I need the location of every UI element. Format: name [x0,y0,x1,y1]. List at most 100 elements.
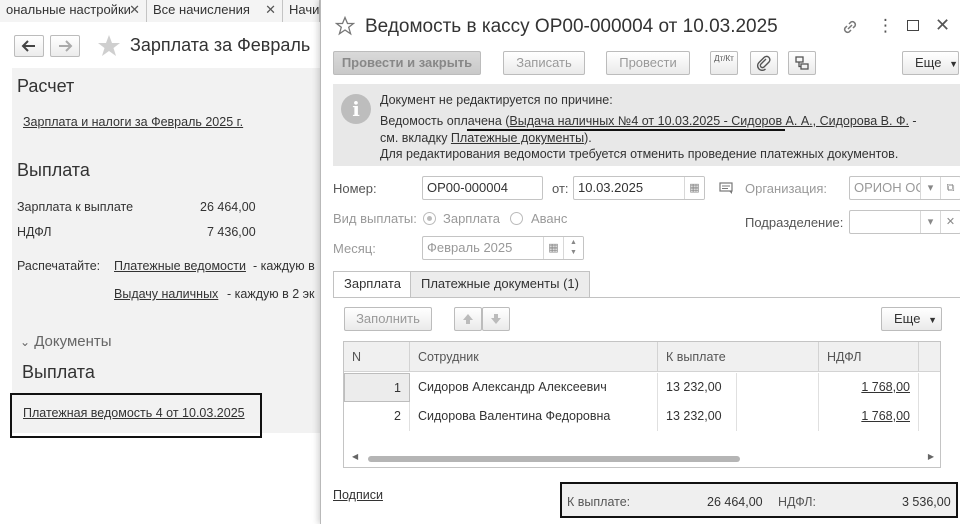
top-tab-personal-settings[interactable]: ональные настройки ✕ [0,0,147,22]
tab-payment-documents[interactable]: Платежные документы (1) [410,271,590,297]
background-form-header: Зарплата за Февраль [0,22,320,68]
organization-field[interactable]: ОРИОН ОС ▾ ⧉ [849,176,960,200]
row-number: 2 [344,402,410,431]
calendar-icon[interactable]: ▦ [684,177,704,199]
tab-strip: Зарплата Платежные документы (1) [333,271,960,298]
total-ndfl-value: 3 536,00 [902,495,951,509]
calendar-icon[interactable]: ▦ [543,237,563,259]
paperclip-icon [756,55,771,72]
signatures-link[interactable]: Подписи [333,488,383,502]
payout-panel: Выплата Зарплата к выплате 26 464,00 НДФ… [12,148,320,433]
dt-kt-button[interactable]: Дт/Кт [710,51,738,75]
column-header-employee[interactable]: Сотрудник [410,342,658,372]
table-row[interactable]: 1 Сидоров Александр Алексеевич 13 232,00… [344,373,940,402]
ndfl-amount[interactable]: 1 768,00 [819,402,919,431]
more-vertical-icon[interactable]: ⋮ [877,16,894,36]
scroll-right-icon[interactable]: ▶ [928,452,934,461]
payout-heading: Выплата [17,160,90,180]
ndfl-amount[interactable]: 1 768,00 [819,373,919,402]
open-icon[interactable]: ⧉ [940,177,960,199]
column-header-filler [919,342,940,372]
info-line-3-prefix: см. вкладку [380,131,451,145]
organization-value: ОРИОН ОС [854,180,925,195]
comment-icon[interactable] [719,182,735,196]
cash-payout-link[interactable]: Выдача наличных №4 от 10.03.2025 - Сидор… [509,114,909,128]
salary-label: Зарплата к выплате [17,200,134,214]
maximize-icon[interactable] [907,20,919,31]
close-icon[interactable]: ✕ [265,0,276,20]
more-button-label: Еще [915,55,942,70]
total-payout-label: К выплате: [567,495,631,509]
background-form: Зарплата за Февраль Расчет Зарплата и на… [0,22,320,524]
calc-heading: Расчет [17,76,75,96]
info-panel: i Документ не редактируется по причине: … [333,84,960,166]
top-tab-label: ональные настройки [6,2,131,17]
totals-box: К выплате: 26 464,00 НДФЛ: 3 536,00 [560,482,958,518]
move-down-button[interactable] [482,307,510,331]
scroll-left-icon[interactable]: ◀ [352,452,358,461]
total-ndfl-label: НДФЛ: [778,495,816,509]
table-more-label: Еще [894,311,921,326]
documents-heading: Выплата [22,362,95,382]
arrow-down-icon [491,314,501,324]
more-button[interactable]: Еще ▼ [902,51,959,75]
top-tab-accrual[interactable]: Начи [283,0,320,22]
star-outline-icon[interactable] [335,16,355,36]
attachment-button[interactable] [750,51,778,75]
caret-down-icon: ▼ [949,59,958,69]
write-button[interactable]: Записать [503,51,585,75]
tab-salary[interactable]: Зарплата [333,271,412,298]
column-header-ndfl[interactable]: НДФЛ [819,342,919,372]
total-payout-value: 26 464,00 [707,495,763,509]
payout-spacer [737,373,819,402]
spin-icon[interactable]: ▲ ▼ [563,237,583,259]
calc-link[interactable]: Зарплата и налоги за Февраль 2025 г. [23,115,243,129]
pay-type-label: Вид выплаты: [333,211,417,226]
radio-salary-label: Зарплата [443,211,500,226]
dropdown-icon[interactable]: ▾ [920,177,940,199]
column-header-n[interactable]: N [344,342,410,372]
payout-amount: 13 232,00 [658,373,737,402]
structure-button[interactable] [788,51,816,75]
print-payroll-link[interactable]: Платежные ведомости [114,259,246,273]
move-up-button[interactable] [454,307,482,331]
radio-advance-label: Аванс [531,211,568,226]
date-field[interactable]: 10.03.2025 ▦ [573,176,705,200]
number-field[interactable]: ОР00-000004 [422,176,543,200]
post-button[interactable]: Провести [606,51,690,75]
table-more-button[interactable]: Еще ▼ [881,307,942,331]
scrollbar-thumb[interactable] [368,456,740,462]
number-label: Номер: [333,181,377,196]
link-icon[interactable] [841,18,859,36]
close-icon[interactable]: ✕ [129,0,140,20]
arrow-left-icon [21,40,35,52]
print-payroll-suffix: - каждую в [253,259,315,273]
column-header-payout[interactable]: К выплате [658,342,819,372]
organization-label: Организация: [745,181,828,196]
close-icon[interactable]: ✕ [935,15,950,35]
top-tab-all-accruals[interactable]: Все начисления ✕ [147,0,283,22]
month-field[interactable]: Февраль 2025 ▦ ▲ ▼ [422,236,584,260]
payroll-document-link[interactable]: Платежная ведомость 4 от 10.03.2025 [23,406,245,420]
table-row[interactable]: 2 Сидорова Валентина Федоровна 13 232,00… [344,402,940,431]
clear-icon[interactable]: ✕ [940,211,960,233]
dt-kt-icon: Дт/Кт [714,54,734,63]
documents-toggle-label: Документы [34,333,112,350]
top-tab-label: Начи [289,2,320,17]
star-icon[interactable] [96,33,122,59]
back-button[interactable] [14,35,44,57]
top-tab-label: Все начисления [153,2,250,17]
payment-docs-link[interactable]: Платежные документы [451,131,584,145]
dropdown-icon[interactable]: ▾ [920,211,940,233]
document-structure-icon [795,56,809,70]
radio-advance[interactable] [510,212,523,225]
radio-salary[interactable] [423,212,436,225]
department-label: Подразделение: [745,215,844,230]
department-field[interactable]: ▾ ✕ [849,210,960,234]
documents-toggle[interactable]: ⌄ Документы [20,333,112,350]
horizontal-scrollbar[interactable]: ◀ ▶ [344,452,940,466]
forward-button[interactable] [50,35,80,57]
post-and-close-button[interactable]: Провести и закрыть [333,51,481,75]
fill-button[interactable]: Заполнить [344,307,432,331]
print-cash-link[interactable]: Выдачу наличных [114,287,218,301]
